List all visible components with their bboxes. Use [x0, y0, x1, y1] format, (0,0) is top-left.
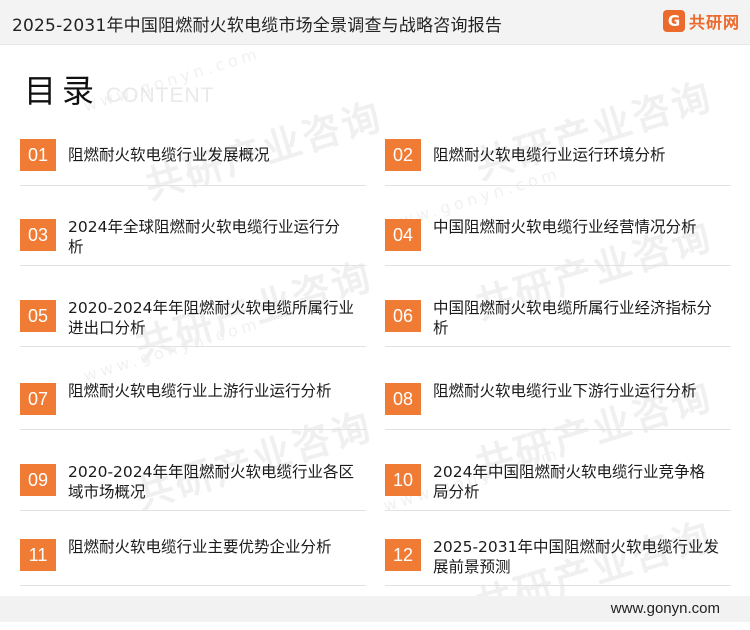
toc-item-10[interactable]: 10 2024年中国阻燃耐火软电缆行业竞争格局分析	[385, 458, 731, 511]
footer-bar: www.gonyn.com	[0, 596, 750, 622]
toc-number-badge: 06	[385, 300, 421, 332]
toc-item-06[interactable]: 06 中国阻燃耐火软电缆所属行业经济指标分析	[385, 294, 731, 347]
top-bar: 2025-2031年中国阻燃耐火软电缆市场全景调查与战略咨询报告 G 共研网	[0, 0, 750, 45]
toc-item-09[interactable]: 09 2020-2024年年阻燃耐火软电缆行业各区域市场概况	[20, 458, 366, 511]
toc-item-label: 阻燃耐火软电缆行业运行环境分析	[433, 146, 666, 164]
toc-item-label: 阻燃耐火软电缆行业主要优势企业分析	[68, 538, 332, 556]
toc-item-05[interactable]: 05 2020-2024年年阻燃耐火软电缆所属行业进出口分析	[20, 294, 366, 347]
toc-item-03[interactable]: 03 2024年全球阻燃耐火软电缆行业运行分析	[20, 213, 366, 266]
toc-item-label: 中国阻燃耐火软电缆所属行业经济指标分析	[433, 299, 713, 337]
toc-number-badge: 01	[20, 139, 56, 171]
toc-number-badge: 08	[385, 383, 421, 415]
toc-item-label: 2020-2024年年阻燃耐火软电缆行业各区域市场概况	[68, 463, 354, 501]
toc-item-04[interactable]: 04 中国阻燃耐火软电缆行业经营情况分析	[385, 213, 731, 266]
toc-number-badge: 02	[385, 139, 421, 171]
toc-number-badge: 11	[20, 539, 56, 571]
toc-number-badge: 07	[20, 383, 56, 415]
toc-item-label: 2025-2031年中国阻燃耐火软电缆行业发展前景预测	[433, 538, 719, 576]
brand-logo-icon: G	[662, 10, 685, 32]
toc-item-label: 2020-2024年年阻燃耐火软电缆所属行业进出口分析	[68, 299, 354, 337]
toc-item-11[interactable]: 11 阻燃耐火软电缆行业主要优势企业分析	[20, 533, 366, 586]
heading-subtitle: CONTENT	[106, 84, 215, 107]
brand-name: 共研网	[688, 13, 740, 32]
toc-item-label: 阻燃耐火软电缆行业上游行业运行分析	[68, 382, 332, 400]
toc-item-label: 阻燃耐火软电缆行业发展概况	[68, 146, 270, 164]
toc-item-02[interactable]: 02 阻燃耐火软电缆行业运行环境分析	[385, 133, 731, 186]
toc-item-01[interactable]: 01 阻燃耐火软电缆行业发展概况	[20, 133, 366, 186]
toc-number-badge: 10	[385, 464, 421, 496]
toc-item-label: 2024年全球阻燃耐火软电缆行业运行分析	[68, 218, 340, 256]
toc-number-badge: 03	[20, 219, 56, 251]
toc-number-badge: 09	[20, 464, 56, 496]
page-heading: 目录 CONTENT	[24, 66, 215, 112]
toc-item-08[interactable]: 08 阻燃耐火软电缆行业下游行业运行分析	[385, 377, 731, 430]
heading-title: 目录	[24, 72, 101, 110]
toc-item-label: 中国阻燃耐火软电缆行业经营情况分析	[433, 218, 697, 236]
toc-item-label: 阻燃耐火软电缆行业下游行业运行分析	[433, 382, 697, 400]
toc-item-07[interactable]: 07 阻燃耐火软电缆行业上游行业运行分析	[20, 377, 366, 430]
toc-item-label: 2024年中国阻燃耐火软电缆行业竞争格局分析	[433, 463, 705, 501]
brand-logo: G 共研网	[662, 9, 740, 33]
toc-number-badge: 05	[20, 300, 56, 332]
report-title: 2025-2031年中国阻燃耐火软电缆市场全景调查与战略咨询报告	[12, 16, 503, 36]
toc-number-badge: 04	[385, 219, 421, 251]
toc-number-badge: 12	[385, 539, 421, 571]
footer-url: www.gonyn.com	[610, 600, 720, 617]
toc-item-12[interactable]: 12 2025-2031年中国阻燃耐火软电缆行业发展前景预测	[385, 533, 731, 586]
